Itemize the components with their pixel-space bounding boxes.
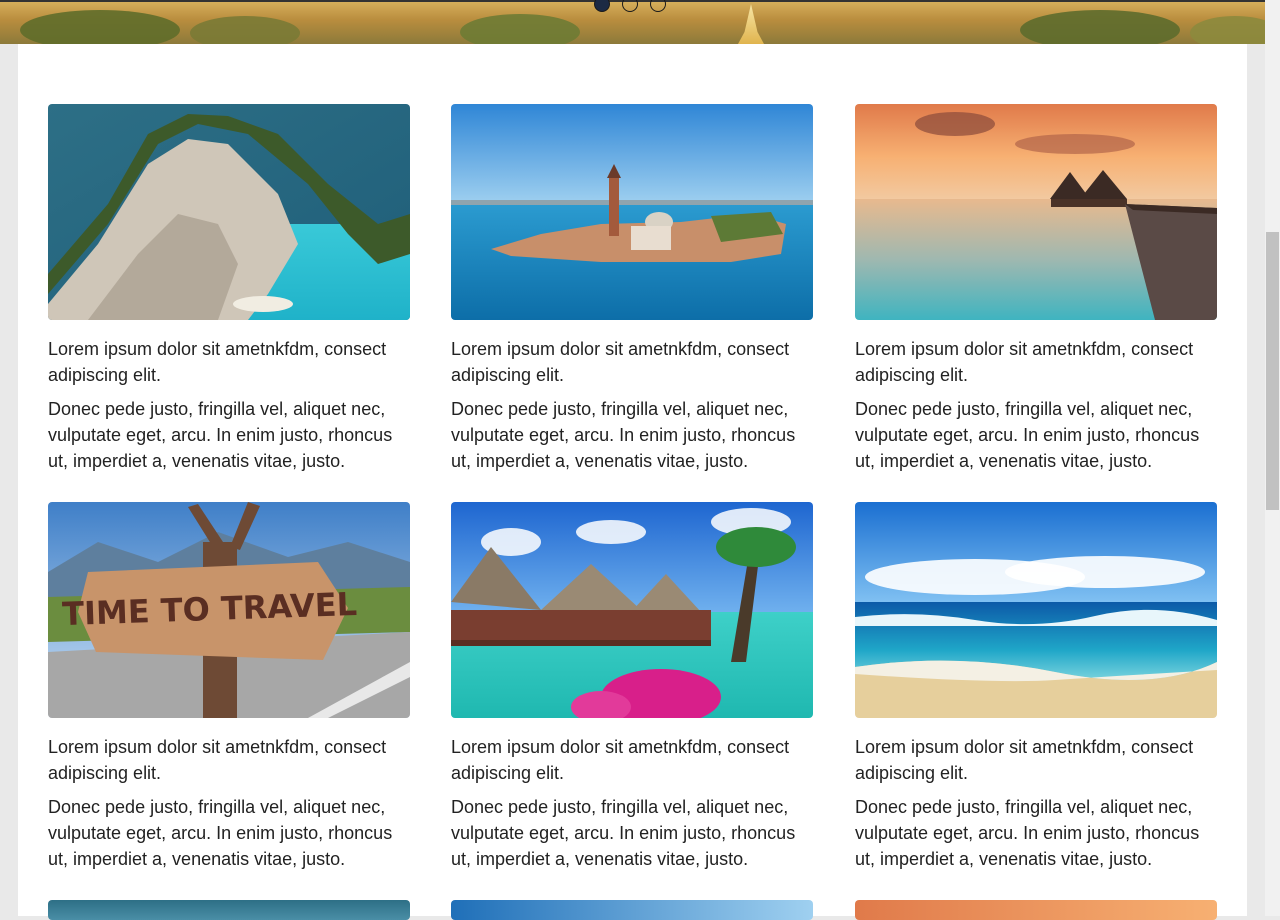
card-image-partial[interactable]	[48, 900, 410, 920]
card-title: Lorem ipsum dolor sit ametnkfdm, consect…	[451, 339, 790, 385]
carousel-indicator-3[interactable]	[650, 0, 666, 12]
card-image-tropical-bungalows[interactable]	[451, 502, 813, 718]
hero-carousel	[0, 0, 1265, 44]
card-description: Donec pede justo, fringilla vel, aliquet…	[451, 797, 796, 869]
card-partial	[855, 900, 1217, 920]
card-title: Lorem ipsum dolor sit ametnkfdm, consect…	[855, 339, 1194, 385]
card: Lorem ipsum dolor sit ametnkfdm, consect…	[855, 104, 1217, 474]
carousel-indicators	[594, 0, 666, 12]
hero-foliage	[20, 10, 180, 44]
card-title: Lorem ipsum dolor sit ametnkfdm, consect…	[48, 737, 387, 783]
card-description: Donec pede justo, fringilla vel, aliquet…	[855, 399, 1200, 471]
hero-foliage	[190, 16, 300, 44]
card-image-time-to-travel[interactable]: TIME TO TRAVEL	[48, 502, 410, 718]
scrollbar-thumb[interactable]	[1266, 232, 1279, 510]
card-title: Lorem ipsum dolor sit ametnkfdm, consect…	[451, 737, 790, 783]
card-image-partial[interactable]	[451, 900, 813, 920]
card: TIME TO TRAVEL Lorem ipsum dolor sit ame…	[48, 502, 410, 872]
card-image-partial[interactable]	[855, 900, 1217, 920]
card-image-sunset-bungalows[interactable]	[855, 104, 1217, 320]
card-partial	[451, 900, 813, 920]
card-description: Donec pede justo, fringilla vel, aliquet…	[48, 797, 393, 869]
card-description: Donec pede justo, fringilla vel, aliquet…	[451, 399, 796, 471]
card-partial	[48, 900, 410, 920]
card: Lorem ipsum dolor sit ametnkfdm, consect…	[855, 502, 1217, 872]
card-description: Donec pede justo, fringilla vel, aliquet…	[48, 399, 393, 471]
card-image-venice[interactable]	[451, 104, 813, 320]
card: Lorem ipsum dolor sit ametnkfdm, consect…	[451, 502, 813, 872]
carousel-indicator-1[interactable]	[594, 0, 610, 12]
carousel-indicator-2[interactable]	[622, 0, 638, 12]
content-area: Lorem ipsum dolor sit ametnkfdm, consect…	[18, 44, 1247, 920]
card-image-beach-waves[interactable]	[855, 502, 1217, 718]
card-description: Donec pede justo, fringilla vel, aliquet…	[855, 797, 1200, 869]
hero-foliage	[1190, 16, 1265, 44]
hero-foliage	[460, 14, 580, 44]
card-title: Lorem ipsum dolor sit ametnkfdm, consect…	[48, 339, 387, 385]
card: Lorem ipsum dolor sit ametnkfdm, consect…	[48, 104, 410, 474]
card-image-zakynthos[interactable]	[48, 104, 410, 320]
card-title: Lorem ipsum dolor sit ametnkfdm, consect…	[855, 737, 1194, 783]
hero-stupa	[738, 4, 764, 44]
hero-foliage	[1020, 10, 1180, 44]
card: Lorem ipsum dolor sit ametnkfdm, consect…	[451, 104, 813, 474]
